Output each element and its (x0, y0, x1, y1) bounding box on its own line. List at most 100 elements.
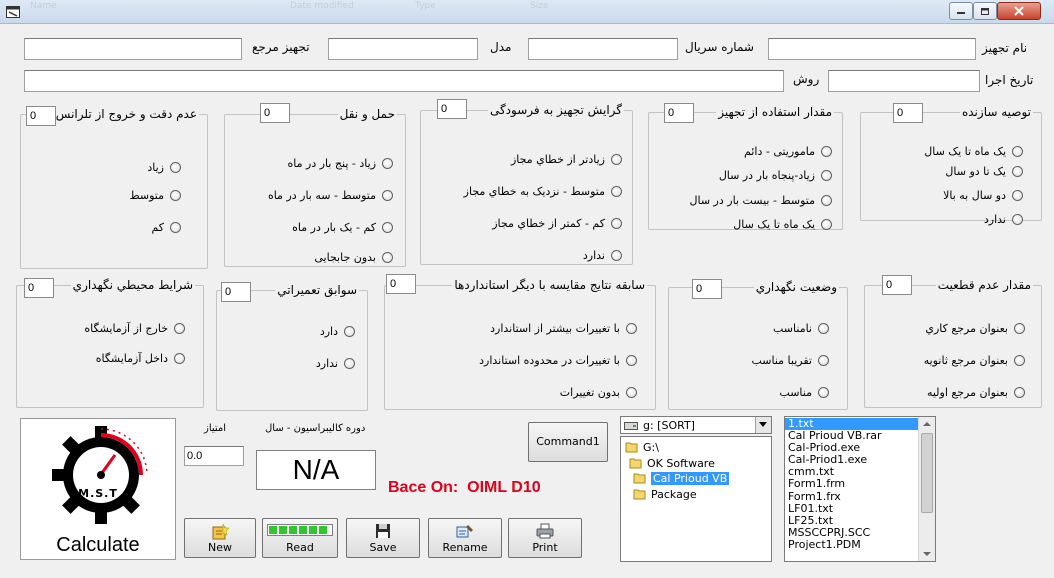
option-radio[interactable]: زیاد (147, 161, 181, 174)
option-radio[interactable]: ندارد (984, 213, 1023, 226)
radio-button[interactable] (344, 326, 355, 337)
minimize-button[interactable] (949, 2, 973, 20)
radio-button[interactable] (170, 222, 181, 233)
radio-button[interactable] (818, 355, 829, 366)
option-radio[interactable]: بعنوان مرجع اولیه (927, 386, 1025, 399)
radio-button[interactable] (818, 323, 829, 334)
repair-score-field[interactable] (221, 282, 251, 302)
radio-button[interactable] (821, 170, 832, 181)
comparison-score-field[interactable] (386, 274, 416, 294)
file-list[interactable]: 1.txt Cal Prioud VB.rar Cal-Priod.exe Ca… (784, 416, 936, 562)
drive-dropdown-button[interactable] (755, 417, 771, 433)
manufacturer-score-field[interactable] (893, 103, 923, 123)
option-radio[interactable]: کم - یک بار در ماه (292, 221, 393, 234)
file-item[interactable]: Form1.frx (785, 490, 918, 503)
option-radio[interactable]: یک ماه تا یک سال (733, 218, 832, 231)
radio-button[interactable] (1014, 323, 1025, 334)
radio-button[interactable] (821, 219, 832, 230)
radio-button[interactable] (170, 190, 181, 201)
radio-button[interactable] (1012, 166, 1023, 177)
option-radio[interactable]: ندارد (583, 249, 622, 262)
storage-status-score-field[interactable] (692, 279, 722, 299)
option-radio[interactable]: زیاد-پنجاه بار در سال (719, 169, 832, 182)
radio-button[interactable] (1014, 355, 1025, 366)
option-radio[interactable]: کم - کمتر از خطاي مجاز (492, 217, 622, 230)
option-radio[interactable]: متوسط - بیست بار در سال (690, 194, 832, 207)
folder-item[interactable]: G:\ (625, 440, 659, 454)
scrollbar-thumb[interactable] (921, 433, 933, 513)
environment-score-field[interactable] (24, 278, 54, 298)
option-radio[interactable]: مناسب (779, 386, 829, 399)
option-radio[interactable]: بدون جابجایی (314, 251, 393, 264)
radio-button[interactable] (626, 387, 637, 398)
new-button[interactable]: New (184, 518, 256, 558)
uncertainty-score-field[interactable] (882, 275, 912, 295)
tolerance-score-field[interactable] (26, 106, 56, 126)
radio-button[interactable] (382, 222, 393, 233)
radio-button[interactable] (344, 358, 355, 369)
radio-button[interactable] (1012, 146, 1023, 157)
calculate-button[interactable]: M.S.T Calculate (20, 418, 176, 560)
usage-score-field[interactable] (664, 103, 694, 123)
serial-number-input[interactable] (528, 38, 678, 60)
folder-item[interactable]: OK Software (629, 456, 715, 470)
option-radio[interactable]: زیادتر از خطاي مجاز (511, 153, 622, 166)
transport-score-field[interactable] (260, 103, 290, 123)
radio-button[interactable] (1012, 214, 1023, 225)
command1-button[interactable]: Command1 (528, 422, 608, 462)
radio-button[interactable] (174, 323, 185, 334)
score-field[interactable] (184, 446, 244, 466)
option-radio[interactable]: دارد (320, 325, 355, 338)
read-button[interactable]: Read (262, 518, 338, 558)
radio-button[interactable] (611, 186, 622, 197)
option-radio[interactable]: کم (151, 221, 181, 234)
restore-button[interactable] (973, 2, 997, 20)
radio-button[interactable] (382, 158, 393, 169)
option-radio[interactable]: داخل آزمایشگاه (96, 352, 185, 365)
option-radio[interactable]: زیاد - پنج بار در ماه (288, 157, 393, 170)
save-button[interactable]: Save (346, 518, 420, 558)
rename-button[interactable]: Rename (428, 518, 502, 558)
radio-button[interactable] (170, 162, 181, 173)
radio-button[interactable] (821, 195, 832, 206)
drive-select[interactable]: g: [SORT] (620, 416, 772, 434)
radio-button[interactable] (611, 218, 622, 229)
radio-button[interactable] (611, 154, 622, 165)
option-radio[interactable]: با تغییرات در محدوده استاندارد (479, 354, 637, 367)
method-input[interactable] (24, 70, 784, 92)
file-item[interactable]: Form1.frm (785, 478, 918, 490)
file-item[interactable]: Project1.PDM (785, 538, 918, 551)
option-radio[interactable]: متوسط - سه بار در ماه (268, 189, 393, 202)
option-radio[interactable]: متوسط - نزدیک به خطاي مجاز (464, 185, 622, 198)
option-radio[interactable]: بدون تغییرات (560, 386, 637, 399)
execution-date-input[interactable] (828, 70, 980, 92)
file-list-scrollbar[interactable] (918, 417, 935, 561)
file-item[interactable]: LF01.txt (785, 502, 918, 515)
radio-button[interactable] (821, 146, 832, 157)
option-radio[interactable]: ندارد (316, 357, 355, 370)
option-radio[interactable]: بعنوان مرجع ثانویه (924, 354, 1025, 367)
option-radio[interactable]: متوسط (129, 189, 181, 202)
radio-button[interactable] (382, 252, 393, 263)
equipment-name-input[interactable] (768, 38, 976, 60)
option-radio[interactable]: تقریبا مناسب (751, 354, 829, 367)
print-button[interactable]: Print (508, 518, 582, 558)
option-radio[interactable]: یک ماه تا یک سال (924, 145, 1023, 158)
folder-item-selected[interactable]: Cal Prioud VB (633, 471, 730, 485)
option-radio[interactable]: نامناسب (773, 322, 829, 335)
radio-button[interactable] (1014, 387, 1025, 398)
radio-button[interactable] (626, 323, 637, 334)
option-radio[interactable]: خارج از آزمایشگاه (84, 322, 185, 335)
close-button[interactable] (997, 2, 1041, 20)
model-input[interactable] (328, 38, 478, 60)
option-radio[interactable]: دو سال به بالا (943, 189, 1023, 202)
radio-button[interactable] (1012, 190, 1023, 201)
option-radio[interactable]: با تغییرات بیشتر از استاندارد (490, 322, 637, 335)
option-radio[interactable]: یک تا دو سال (945, 165, 1023, 178)
radio-button[interactable] (382, 190, 393, 201)
folder-item[interactable]: Package (633, 487, 697, 501)
radio-button[interactable] (626, 355, 637, 366)
error-trend-score-field[interactable] (437, 99, 467, 119)
reference-equipment-input[interactable] (24, 38, 242, 60)
radio-button[interactable] (611, 250, 622, 261)
